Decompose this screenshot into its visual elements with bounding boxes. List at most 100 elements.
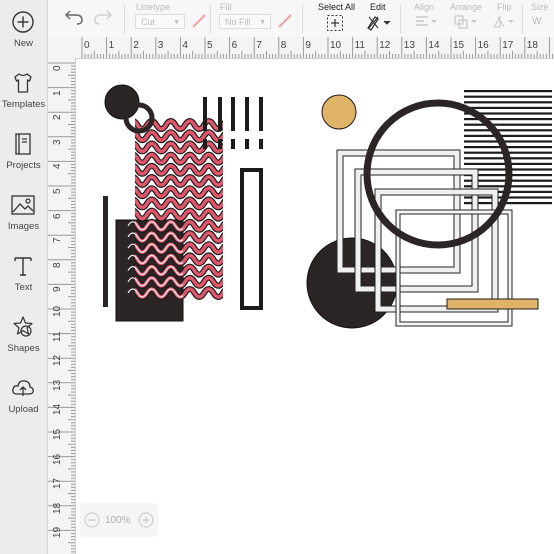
linetype-value: Cut xyxy=(141,17,156,27)
gold-bar[interactable] xyxy=(446,298,539,310)
fill-color-swatch-icon[interactable] xyxy=(276,12,294,30)
cloud-upload-icon xyxy=(12,380,34,396)
image-icon xyxy=(11,195,35,215)
toolbar-divider xyxy=(400,4,401,34)
ruler-top-number: 3 xyxy=(157,40,164,51)
sidebar-item-new[interactable]: New xyxy=(0,8,47,66)
sidebar-item-label: New xyxy=(13,38,33,49)
ruler-top-number: 2 xyxy=(133,40,139,51)
sidebar-item-projects[interactable]: Projects xyxy=(0,130,47,188)
sidebar-item-shapes[interactable]: Shapes xyxy=(0,313,47,371)
ruler-left-number: 4 xyxy=(52,163,63,170)
dash-bar-bottom xyxy=(218,139,222,149)
ruler-top-number: 18 xyxy=(526,40,538,51)
dash-bar-top xyxy=(203,97,207,131)
hollow-tall-rectangle[interactable] xyxy=(240,168,263,310)
ruler-top-number: 5 xyxy=(207,40,213,51)
ruler-top-number: 17 xyxy=(502,40,514,51)
ruler-left-number: 6 xyxy=(52,213,63,219)
linetype-select[interactable]: Cut ▼ xyxy=(135,14,185,29)
ruler-top-number: 9 xyxy=(305,40,311,51)
gold-circle[interactable] xyxy=(321,94,357,130)
select-all-icon[interactable] xyxy=(326,14,344,32)
zoom-in-icon[interactable] xyxy=(138,512,154,528)
stripe-line xyxy=(464,146,552,149)
text-icon xyxy=(14,257,32,276)
ruler-left-number: 2 xyxy=(52,114,63,121)
sidebar-item-templates[interactable]: Templates xyxy=(0,69,47,127)
toolbar-divider xyxy=(302,4,303,34)
ruler-left-number: 3 xyxy=(52,139,63,145)
chevron-down-icon: ▼ xyxy=(259,19,266,26)
ruler-left-number: 14 xyxy=(52,404,63,416)
arrange-label: Arrange xyxy=(450,2,483,12)
sidebar-item-images[interactable]: Images xyxy=(0,191,47,249)
zoom-control: 100% xyxy=(80,503,158,537)
dash-bar-top xyxy=(245,97,249,131)
ruler-left-number: 7 xyxy=(52,237,63,244)
ruler-left-number: 15 xyxy=(52,428,63,440)
redo-icon[interactable] xyxy=(93,8,113,26)
ruler-left-number: 16 xyxy=(52,453,63,465)
ruler-top-number: 4 xyxy=(182,40,188,51)
ruler-left-number: 9 xyxy=(52,286,63,293)
ruler-top-number: 7 xyxy=(256,40,262,51)
dark-circle-small[interactable] xyxy=(104,84,140,120)
sidebar-item-text[interactable]: Text xyxy=(0,252,47,310)
ruler-left-number: 1 xyxy=(52,90,63,96)
ruler-top-number: 1 xyxy=(108,40,115,51)
stripe-line xyxy=(464,140,552,143)
sidebar-item-label: Upload xyxy=(8,404,39,415)
vertical-bar-left[interactable] xyxy=(103,196,108,307)
dash-bar-top xyxy=(259,97,263,131)
flip-icon[interactable] xyxy=(492,14,516,30)
sidebar-item-upload[interactable]: Upload xyxy=(0,374,47,432)
stripe-line xyxy=(464,106,552,109)
size-width-label: W xyxy=(532,16,542,27)
ruler-left: 0 1 2 3 4 5 6 7 8 9 10 11 12 13 14 15 16 17 18 19 xyxy=(48,58,76,554)
ruler-top-number: 14 xyxy=(428,40,440,51)
shirt-icon xyxy=(14,73,32,93)
ruler-top-number: 15 xyxy=(453,40,465,51)
linetype-label: Linetype xyxy=(136,2,171,12)
stripe-line xyxy=(464,129,552,132)
linetype-color-swatch-icon[interactable] xyxy=(190,12,208,30)
ruler-top-number: 0 xyxy=(84,40,90,51)
ruler-left-number: 5 xyxy=(52,188,63,194)
toolbar-divider xyxy=(210,4,211,34)
stripe-line xyxy=(464,101,552,104)
ruler-top-number: 16 xyxy=(477,40,489,51)
fill-value: No Fill xyxy=(225,17,251,27)
size-label: Size xyxy=(531,2,549,12)
stripe-line xyxy=(464,134,552,137)
dark-circle-large[interactable] xyxy=(306,237,398,329)
ruler-top-number: 10 xyxy=(330,40,342,51)
ruler-left-number: 0 xyxy=(52,65,63,71)
ruler-top-number: 8 xyxy=(280,40,287,51)
undo-icon[interactable] xyxy=(64,8,84,26)
dash-bar-bottom xyxy=(259,139,263,149)
stripe-line xyxy=(464,90,552,93)
sidebar-item-label: Text xyxy=(14,282,33,293)
shapes-icon xyxy=(13,316,33,337)
arrange-icon[interactable] xyxy=(453,14,479,30)
select-all-label: Select All xyxy=(318,2,356,12)
flip-label: Flip xyxy=(497,2,512,12)
sidebar-item-label: Templates xyxy=(1,99,46,110)
ruler-top: 0 1 2 3 4 5 6 7 8 9 10 11 12 13 14 15 16 17 18 xyxy=(75,37,554,59)
zoom-out-icon[interactable] xyxy=(84,512,100,528)
ruler-left-number: 10 xyxy=(52,305,63,317)
ruler-left-number: 18 xyxy=(52,502,63,514)
design-canvas[interactable] xyxy=(76,59,554,554)
align-icon[interactable] xyxy=(414,15,438,29)
ruler-left-number: 12 xyxy=(52,355,63,367)
plus-circle-icon xyxy=(12,11,34,33)
design-artwork xyxy=(103,84,552,329)
ruler-left-number: 11 xyxy=(52,331,63,342)
ruler-top-number: 13 xyxy=(403,40,415,51)
fill-select[interactable]: No Fill ▼ xyxy=(219,14,271,29)
edit-tools-icon[interactable] xyxy=(366,13,392,31)
ruler-left-number: 13 xyxy=(52,379,63,391)
toolbar: Linetype Cut ▼ Fill No Fill ▼ Select All… xyxy=(48,0,554,38)
ruler-corner xyxy=(48,37,76,59)
